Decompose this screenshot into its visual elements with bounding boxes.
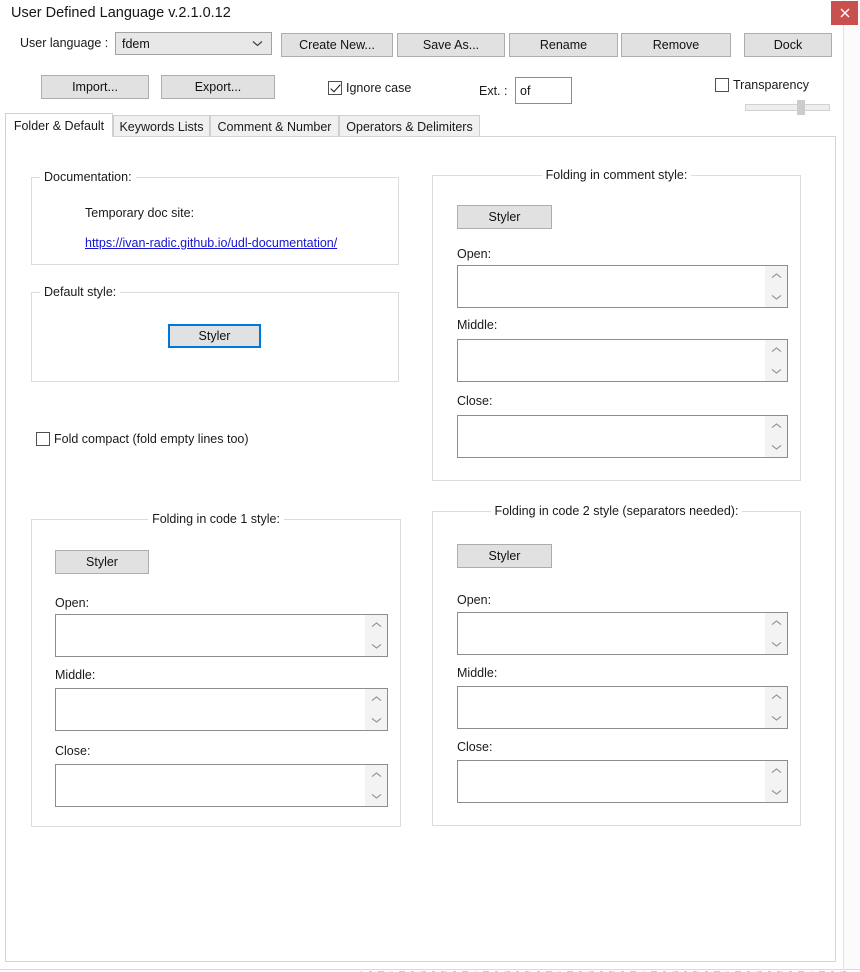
tab-page-folder-and-default: Documentation: Temporary doc site: https… [5,136,836,962]
create-new-button[interactable]: Create New... [281,33,393,57]
documentation-link[interactable]: https://ivan-radic.github.io/udl-documen… [85,236,337,250]
folding-comment-styler-button[interactable]: Styler [457,205,552,229]
chevron-down-icon [371,717,381,723]
tab-strip: Folder & Default Keywords Lists Comment … [5,113,837,137]
folding-code1-close-input[interactable] [55,764,388,807]
checkbox-box [715,78,729,92]
background-app-right-sliver [843,0,860,972]
folding-code2-group-title: Folding in code 2 style (separators need… [490,504,743,518]
folding-comment-group-title: Folding in comment style: [541,168,692,182]
folding-code2-close-input[interactable] [457,760,788,803]
folding-code2-open-input[interactable] [457,612,788,655]
default-style-group-title: Default style: [40,285,121,299]
chevron-up-icon [771,273,781,279]
chevron-down-icon [771,789,781,795]
chevron-down-icon [771,715,781,721]
dock-button[interactable]: Dock [744,33,832,57]
folding-code1-group: Folding in code 1 style: Styler Open: Mi… [31,512,401,827]
documentation-group: Documentation: Temporary doc site: https… [31,170,399,265]
fold-compact-checkbox[interactable]: Fold compact (fold empty lines too) [36,432,249,446]
spinner-buttons[interactable] [765,266,787,307]
ignore-case-checkbox[interactable]: Ignore case [328,81,411,95]
chevron-down-icon [371,643,381,649]
window-title: User Defined Language v.2.1.0.12 [11,5,231,21]
folding-code1-open-label: Open: [55,596,90,610]
user-language-value: fdem [122,36,150,51]
tab-operators-and-delimiters[interactable]: Operators & Delimiters [339,115,480,137]
folding-code1-open-input[interactable] [55,614,388,657]
import-button[interactable]: Import... [41,75,149,99]
tab-folder-and-default[interactable]: Folder & Default [5,113,113,137]
checkbox-box [328,81,342,95]
folding-code1-middle-label: Middle: [55,668,96,682]
ignore-case-label: Ignore case [346,81,412,95]
checkbox-box [36,432,50,446]
documentation-group-title: Documentation: [40,170,136,184]
transparency-checkbox[interactable]: Transparency [715,78,809,92]
transparency-slider[interactable] [745,100,830,115]
chevron-up-icon [771,620,781,626]
folding-code2-middle-input[interactable] [457,686,788,729]
chevron-up-icon [771,768,781,774]
chevron-up-icon [371,622,381,628]
folding-code2-middle-label: Middle: [457,666,498,680]
user-language-dropdown[interactable]: fdem [115,32,272,55]
chevron-down-icon [771,641,781,647]
remove-button[interactable]: Remove [621,33,731,57]
folding-code1-group-title: Folding in code 1 style: [148,512,284,526]
chevron-up-icon [771,347,781,353]
folding-code2-open-label: Open: [457,593,492,607]
chevron-down-icon [371,793,381,799]
chevron-down-icon [771,294,781,300]
folding-code1-close-label: Close: [55,744,91,758]
ext-label: Ext. : [479,84,508,98]
folding-code1-styler-button[interactable]: Styler [55,550,149,574]
chevron-up-icon [771,694,781,700]
save-as-button[interactable]: Save As... [397,33,505,57]
folding-comment-close-input[interactable] [457,415,788,458]
spinner-buttons[interactable] [765,613,787,654]
chevron-down-icon [252,40,271,47]
temporary-doc-site-label: Temporary doc site: [85,206,195,220]
ext-input[interactable]: of [515,77,572,104]
close-button[interactable] [831,1,858,25]
folding-comment-middle-input[interactable] [457,339,788,382]
spinner-buttons[interactable] [365,615,387,656]
slider-track [745,104,830,111]
folding-code2-group: Folding in code 2 style (separators need… [432,504,801,826]
default-style-styler-button[interactable]: Styler [168,324,261,348]
spinner-buttons[interactable] [365,765,387,806]
spinner-buttons[interactable] [365,689,387,730]
rename-button[interactable]: Rename [509,33,618,57]
folding-comment-open-input[interactable] [457,265,788,308]
chevron-down-icon [771,444,781,450]
user-language-label: User language : [20,36,109,50]
title-bar: User Defined Language v.2.1.0.12 [0,0,858,29]
spinner-buttons[interactable] [765,340,787,381]
folding-code2-close-label: Close: [457,740,493,754]
folding-comment-group: Folding in comment style: Styler Open: M… [432,168,801,481]
default-style-group: Default style: Styler [31,285,399,382]
folding-code1-middle-input[interactable] [55,688,388,731]
folding-comment-close-label: Close: [457,394,493,408]
transparency-label: Transparency [733,78,809,92]
chevron-up-icon [771,423,781,429]
tab-keywords-lists[interactable]: Keywords Lists [113,115,210,137]
folding-code2-styler-button[interactable]: Styler [457,544,552,568]
chevron-up-icon [371,772,381,778]
folding-comment-middle-label: Middle: [457,318,498,332]
chevron-down-icon [771,368,781,374]
export-button[interactable]: Export... [161,75,275,99]
tab-comment-and-number[interactable]: Comment & Number [210,115,339,137]
folding-comment-open-label: Open: [457,247,492,261]
close-icon [840,8,850,18]
ext-value: of [520,83,531,98]
user-defined-language-dialog: User Defined Language v.2.1.0.12 User la… [0,0,858,969]
spinner-buttons[interactable] [765,687,787,728]
spinner-buttons[interactable] [765,761,787,802]
spinner-buttons[interactable] [765,416,787,457]
fold-compact-label: Fold compact (fold empty lines too) [54,432,249,446]
chevron-up-icon [371,696,381,702]
